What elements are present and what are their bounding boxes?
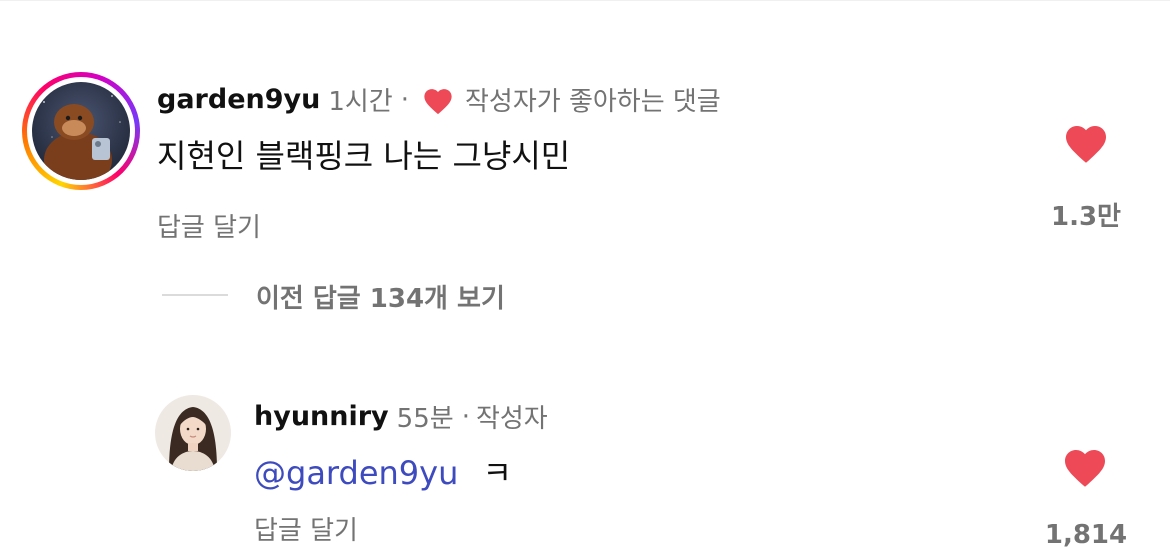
woman-portrait-avatar-image — [155, 395, 231, 471]
like-button[interactable] — [1061, 120, 1111, 164]
heart-filled-icon — [1065, 450, 1105, 487]
author-badge: 작성자 — [475, 404, 548, 434]
reply-text: @garden9yu ㅋ — [254, 448, 512, 494]
reply-button[interactable]: 답글 달기 — [254, 510, 358, 547]
like-count: 1.3만 — [1051, 202, 1121, 232]
comment-time: 1시간 — [328, 87, 393, 117]
comment-avatar[interactable] — [22, 72, 140, 190]
reply-avatar[interactable] — [155, 395, 231, 471]
reply-username[interactable]: hyunniry — [254, 401, 389, 432]
reply-time: 55분 — [396, 404, 454, 434]
comment-text: 지현인 블랙핑크 나는 그냥시민 — [157, 137, 571, 175]
heart-icon — [421, 85, 455, 115]
comment-username[interactable]: garden9yu — [157, 84, 320, 115]
heart-filled-icon — [1066, 126, 1106, 163]
like-count: 1,814 — [1044, 520, 1128, 550]
top-divider — [0, 0, 1170, 1]
orangutan-avatar-image — [32, 82, 130, 180]
reply-body-text: ㅋ — [482, 454, 512, 492]
like-button[interactable] — [1060, 444, 1110, 488]
reply-button[interactable]: 답글 달기 — [157, 207, 261, 244]
view-replies-line — [162, 294, 228, 296]
meta-separator: · — [461, 401, 470, 432]
meta-separator: · — [400, 84, 409, 115]
comment-meta: garden9yu 1시간 · 작성자가 좋아하는 댓글 — [157, 81, 721, 118]
mention-link[interactable]: @garden9yu — [254, 454, 458, 492]
reply-meta: hyunniry 55분 · 작성자 — [254, 398, 548, 435]
view-previous-replies-button[interactable]: 이전 답글 134개 보기 — [256, 278, 505, 315]
liked-by-author-label: 작성자가 좋아하는 댓글 — [465, 87, 721, 117]
